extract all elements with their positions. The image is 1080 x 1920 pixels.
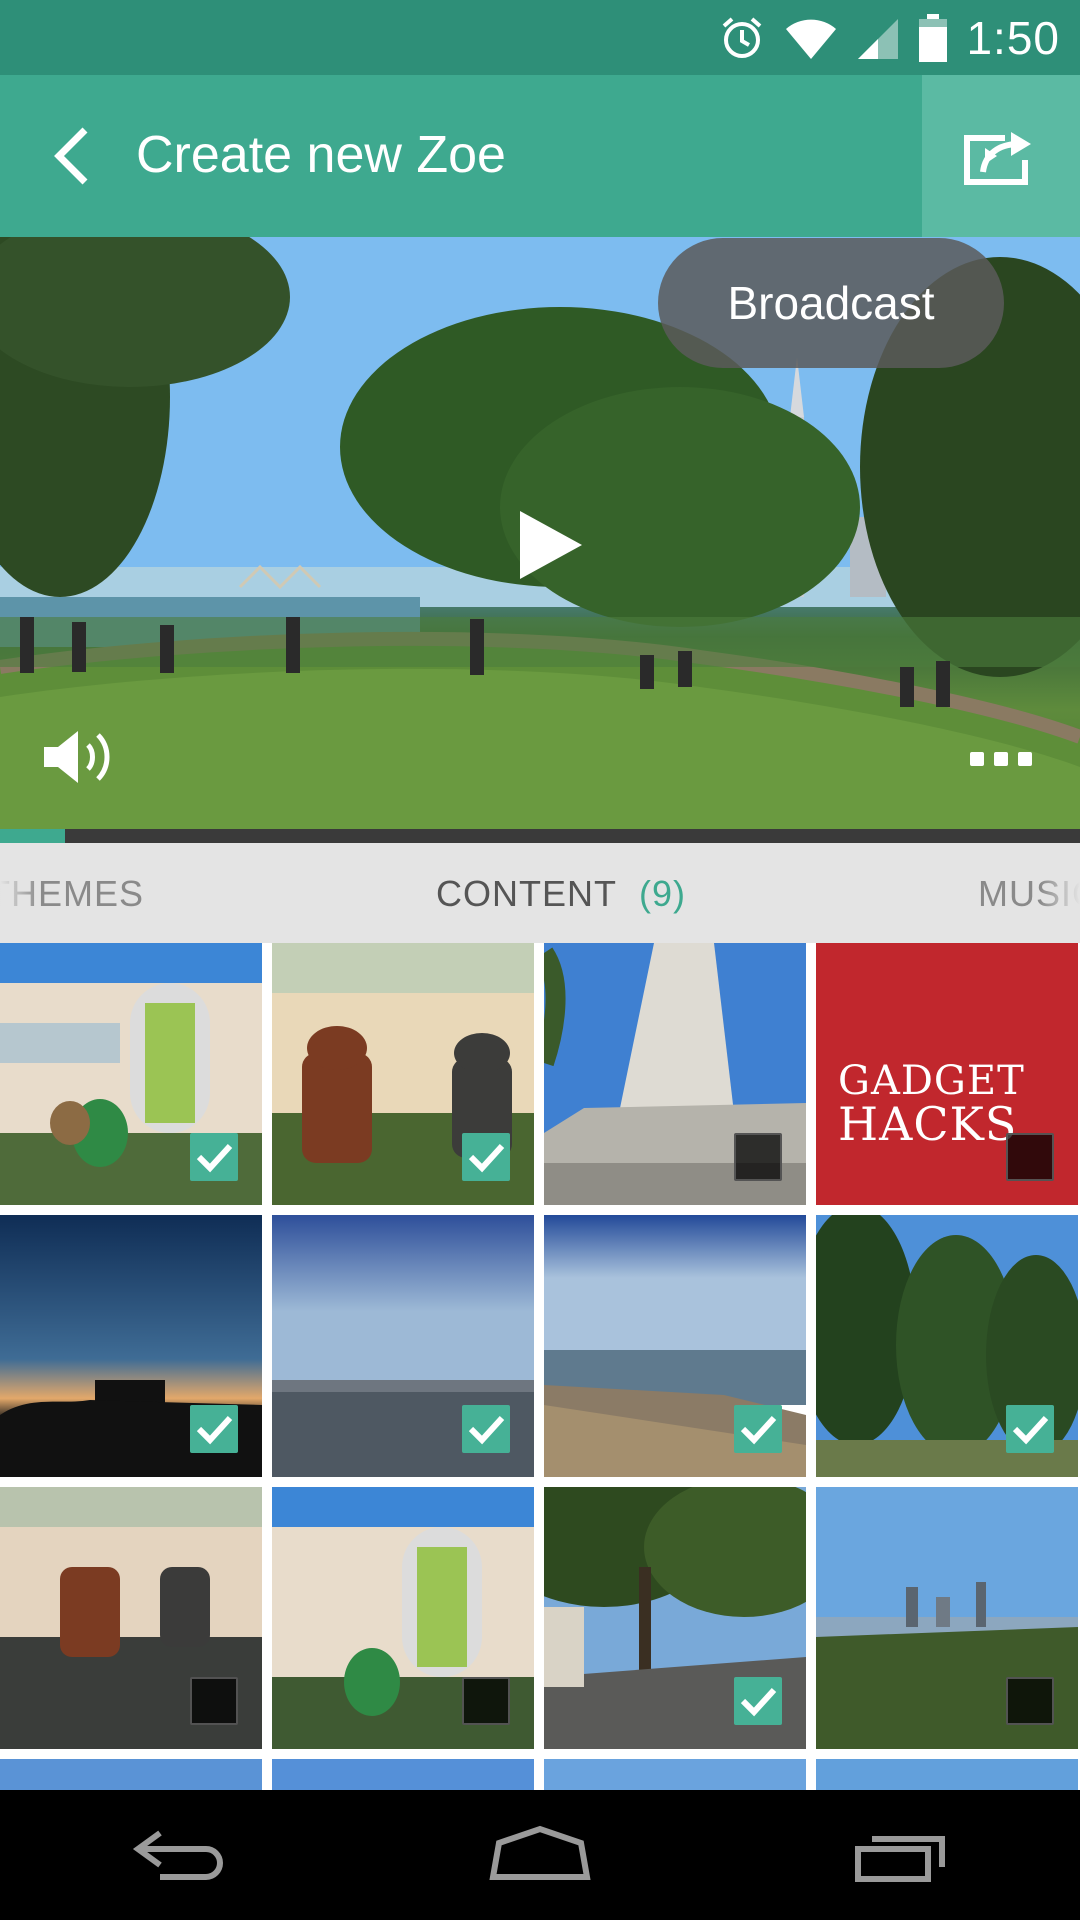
- recents-icon: [855, 1836, 945, 1882]
- media-thumb[interactable]: [272, 943, 534, 1205]
- media-thumb[interactable]: [272, 1759, 534, 1790]
- share-icon: [964, 132, 1031, 185]
- media-thumb[interactable]: [0, 1759, 262, 1790]
- broadcast-button[interactable]: Broadcast: [658, 238, 1004, 368]
- select-checkbox[interactable]: [190, 1677, 238, 1725]
- volume-button[interactable]: [40, 727, 120, 787]
- checkmark-icon: [468, 1143, 505, 1173]
- more-options-button[interactable]: [970, 752, 1036, 772]
- status-bar: 1:50: [0, 0, 1080, 75]
- checkmark-icon: [740, 1415, 777, 1445]
- media-thumb[interactable]: [816, 1759, 1078, 1790]
- battery-icon: [918, 13, 948, 63]
- media-thumb[interactable]: [544, 1759, 806, 1790]
- select-checkbox[interactable]: [462, 1677, 510, 1725]
- checkmark-icon: [740, 1687, 777, 1717]
- media-thumb[interactable]: [816, 1487, 1078, 1749]
- nav-back-button[interactable]: [120, 1815, 240, 1895]
- dot: [1018, 752, 1032, 766]
- select-checkbox[interactable]: [1006, 1133, 1054, 1181]
- section-tabs: THEMES CONTENT(9) MUSIC: [0, 843, 1080, 943]
- select-checkbox[interactable]: [1006, 1677, 1054, 1725]
- media-grid: GADGET HACKS: [0, 943, 1080, 1790]
- checkmark-icon: [196, 1415, 233, 1445]
- media-thumb[interactable]: GADGET HACKS: [816, 943, 1078, 1205]
- media-thumb[interactable]: [0, 943, 262, 1205]
- media-thumb[interactable]: [544, 1487, 806, 1749]
- action-bar: Create new Zoe: [0, 75, 1080, 237]
- play-icon: [520, 511, 582, 579]
- select-checkbox[interactable]: [190, 1405, 238, 1453]
- tab-content-label: CONTENT: [436, 873, 617, 914]
- media-thumb[interactable]: [544, 943, 806, 1205]
- dot: [994, 752, 1008, 766]
- select-checkbox[interactable]: [734, 1405, 782, 1453]
- dot: [970, 752, 984, 766]
- select-checkbox[interactable]: [734, 1133, 782, 1181]
- wifi-icon: [784, 15, 838, 61]
- tab-fade-right: [1040, 843, 1080, 943]
- home-icon: [489, 1825, 591, 1880]
- select-checkbox[interactable]: [734, 1677, 782, 1725]
- checkmark-icon: [1012, 1415, 1049, 1445]
- play-button[interactable]: [510, 505, 590, 585]
- nav-recents-button[interactable]: [840, 1815, 960, 1895]
- back-button[interactable]: [36, 121, 106, 191]
- tab-fade-left: [0, 843, 40, 943]
- gadget-hacks-line1: GADGET: [838, 1058, 1025, 1104]
- select-checkbox[interactable]: [190, 1133, 238, 1181]
- signal-icon: [856, 15, 900, 61]
- media-thumb[interactable]: [272, 1215, 534, 1477]
- video-progress-fill: [0, 829, 65, 843]
- status-icons: 1:50: [718, 8, 1060, 68]
- page-title: Create new Zoe: [136, 126, 506, 184]
- share-button[interactable]: [922, 75, 1080, 237]
- status-time: 1:50: [966, 12, 1060, 64]
- media-thumb[interactable]: [272, 1487, 534, 1749]
- chevron-left-icon: [54, 127, 88, 185]
- volume-icon: [44, 731, 110, 783]
- tab-content[interactable]: CONTENT (9): [436, 873, 686, 915]
- media-thumb[interactable]: [0, 1487, 262, 1749]
- navigation-bar: [0, 1790, 1080, 1920]
- nav-home-button[interactable]: [480, 1815, 600, 1895]
- back-arrow-icon: [132, 1830, 223, 1880]
- media-thumb[interactable]: [544, 1215, 806, 1477]
- checkmark-icon: [196, 1143, 233, 1173]
- select-checkbox[interactable]: [1006, 1405, 1054, 1453]
- tab-content-count: (9): [639, 873, 686, 914]
- select-checkbox[interactable]: [462, 1405, 510, 1453]
- video-progress-bar[interactable]: [0, 829, 1080, 843]
- checkmark-icon: [468, 1415, 505, 1445]
- alarm-icon: [718, 14, 766, 62]
- select-checkbox[interactable]: [462, 1133, 510, 1181]
- media-thumb[interactable]: [816, 1215, 1078, 1477]
- media-thumb[interactable]: [0, 1215, 262, 1477]
